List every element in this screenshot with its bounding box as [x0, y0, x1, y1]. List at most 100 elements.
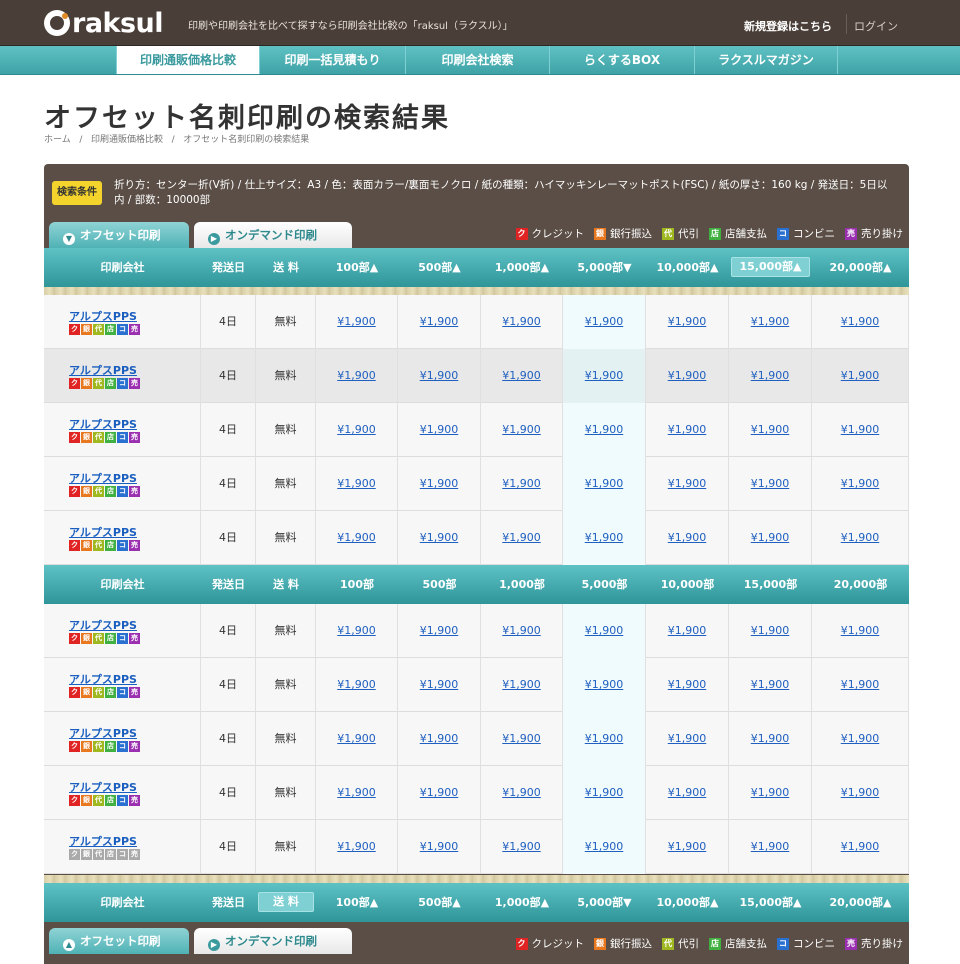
price-link[interactable]: ¥1,900: [337, 423, 376, 436]
price-link[interactable]: ¥1,900: [841, 624, 880, 637]
header-qty-2[interactable]: 1,000部: [481, 565, 563, 604]
price-link[interactable]: ¥1,900: [420, 315, 459, 328]
price-link[interactable]: ¥1,900: [841, 315, 880, 328]
price-link[interactable]: ¥1,900: [585, 531, 624, 544]
header-qty-0[interactable]: 100部▲: [316, 248, 398, 287]
price-link[interactable]: ¥1,900: [585, 477, 624, 490]
price-link[interactable]: ¥1,900: [337, 786, 376, 799]
price-link[interactable]: ¥1,900: [585, 315, 624, 328]
price-link[interactable]: ¥1,900: [420, 423, 459, 436]
price-link[interactable]: ¥1,900: [420, 786, 459, 799]
company-name-link[interactable]: アルプスPPS: [69, 833, 137, 849]
price-link[interactable]: ¥1,900: [337, 732, 376, 745]
header-qty-5[interactable]: 15,000部▲: [731, 257, 810, 277]
signup-link[interactable]: 新規登録はこちら: [744, 18, 832, 34]
company-name-link[interactable]: アルプスPPS: [69, 416, 137, 432]
price-link[interactable]: ¥1,900: [502, 624, 541, 637]
price-link[interactable]: ¥1,900: [420, 732, 459, 745]
tab-offset-bottom[interactable]: ▲ オフセット印刷: [49, 928, 189, 954]
company-name-link[interactable]: アルプスPPS: [69, 308, 137, 324]
price-link[interactable]: ¥1,900: [751, 678, 790, 691]
nav-price-compare[interactable]: 印刷通販価格比較: [116, 46, 259, 74]
tab-ondemand[interactable]: ▶ オンデマンド印刷: [194, 222, 352, 248]
price-link[interactable]: ¥1,900: [502, 315, 541, 328]
price-link[interactable]: ¥1,900: [668, 840, 707, 853]
header-qty-6[interactable]: 20,000部▲: [812, 248, 909, 287]
login-link[interactable]: ログイン: [854, 18, 898, 34]
header-qty-6[interactable]: 20,000部▲: [812, 883, 909, 922]
breadcrumb-price-compare[interactable]: 印刷通販価格比較: [91, 135, 163, 145]
header-qty-2[interactable]: 1,000部▲: [481, 248, 563, 287]
header-qty-1[interactable]: 500部▲: [398, 883, 481, 922]
price-link[interactable]: ¥1,900: [337, 624, 376, 637]
price-link[interactable]: ¥1,900: [420, 477, 459, 490]
price-link[interactable]: ¥1,900: [585, 423, 624, 436]
header-qty-0[interactable]: 100部▲: [316, 883, 398, 922]
price-link[interactable]: ¥1,900: [751, 531, 790, 544]
company-name-link[interactable]: アルプスPPS: [69, 470, 137, 486]
price-link[interactable]: ¥1,900: [668, 477, 707, 490]
header-qty-4[interactable]: 10,000部▲: [646, 883, 729, 922]
price-link[interactable]: ¥1,900: [668, 732, 707, 745]
nav-magazine[interactable]: ラクスルマガジン: [694, 46, 838, 74]
tab-ondemand-bottom[interactable]: ▶ オンデマンド印刷: [194, 928, 352, 954]
company-name-link[interactable]: アルプスPPS: [69, 362, 137, 378]
price-link[interactable]: ¥1,900: [751, 315, 790, 328]
price-link[interactable]: ¥1,900: [668, 786, 707, 799]
price-link[interactable]: ¥1,900: [420, 369, 459, 382]
price-link[interactable]: ¥1,900: [585, 369, 624, 382]
price-link[interactable]: ¥1,900: [841, 423, 880, 436]
price-link[interactable]: ¥1,900: [668, 315, 707, 328]
company-name-link[interactable]: アルプスPPS: [69, 524, 137, 540]
nav-bulk-quote[interactable]: 印刷一括見積もり: [259, 46, 405, 74]
price-link[interactable]: ¥1,900: [751, 369, 790, 382]
price-link[interactable]: ¥1,900: [502, 423, 541, 436]
price-link[interactable]: ¥1,900: [751, 840, 790, 853]
price-link[interactable]: ¥1,900: [751, 423, 790, 436]
price-link[interactable]: ¥1,900: [585, 840, 624, 853]
price-link[interactable]: ¥1,900: [751, 732, 790, 745]
company-name-link[interactable]: アルプスPPS: [69, 617, 137, 633]
header-qty-3[interactable]: 5,000部▼: [563, 883, 646, 922]
price-link[interactable]: ¥1,900: [420, 678, 459, 691]
price-link[interactable]: ¥1,900: [585, 732, 624, 745]
price-link[interactable]: ¥1,900: [502, 840, 541, 853]
price-link[interactable]: ¥1,900: [668, 624, 707, 637]
company-name-link[interactable]: アルプスPPS: [69, 671, 137, 687]
price-link[interactable]: ¥1,900: [668, 531, 707, 544]
header-qty-2[interactable]: 1,000部▲: [481, 883, 563, 922]
price-link[interactable]: ¥1,900: [841, 786, 880, 799]
header-qty-4[interactable]: 10,000部: [646, 565, 729, 604]
price-link[interactable]: ¥1,900: [420, 840, 459, 853]
header-qty-1[interactable]: 500部: [398, 565, 481, 604]
price-link[interactable]: ¥1,900: [337, 315, 376, 328]
header-qty-1[interactable]: 500部▲: [398, 248, 481, 287]
price-link[interactable]: ¥1,900: [841, 477, 880, 490]
price-link[interactable]: ¥1,900: [337, 477, 376, 490]
price-link[interactable]: ¥1,900: [420, 624, 459, 637]
nav-company-search[interactable]: 印刷会社検索: [405, 46, 549, 74]
price-link[interactable]: ¥1,900: [502, 732, 541, 745]
company-name-link[interactable]: アルプスPPS: [69, 725, 137, 741]
price-link[interactable]: ¥1,900: [585, 678, 624, 691]
price-link[interactable]: ¥1,900: [585, 624, 624, 637]
price-link[interactable]: ¥1,900: [337, 369, 376, 382]
tab-offset[interactable]: ▼ オフセット印刷: [49, 222, 189, 248]
price-link[interactable]: ¥1,900: [337, 678, 376, 691]
price-link[interactable]: ¥1,900: [420, 531, 459, 544]
price-link[interactable]: ¥1,900: [585, 786, 624, 799]
price-link[interactable]: ¥1,900: [751, 477, 790, 490]
price-link[interactable]: ¥1,900: [841, 369, 880, 382]
raksul-logo[interactable]: raksul: [44, 8, 164, 39]
price-link[interactable]: ¥1,900: [337, 531, 376, 544]
price-link[interactable]: ¥1,900: [841, 732, 880, 745]
price-link[interactable]: ¥1,900: [502, 786, 541, 799]
header-qty-0[interactable]: 100部: [316, 565, 398, 604]
price-link[interactable]: ¥1,900: [751, 624, 790, 637]
header-qty-3[interactable]: 5,000部: [563, 565, 646, 604]
price-link[interactable]: ¥1,900: [668, 678, 707, 691]
header-qty-6[interactable]: 20,000部: [812, 565, 909, 604]
price-link[interactable]: ¥1,900: [841, 678, 880, 691]
price-link[interactable]: ¥1,900: [502, 369, 541, 382]
price-link[interactable]: ¥1,900: [337, 840, 376, 853]
